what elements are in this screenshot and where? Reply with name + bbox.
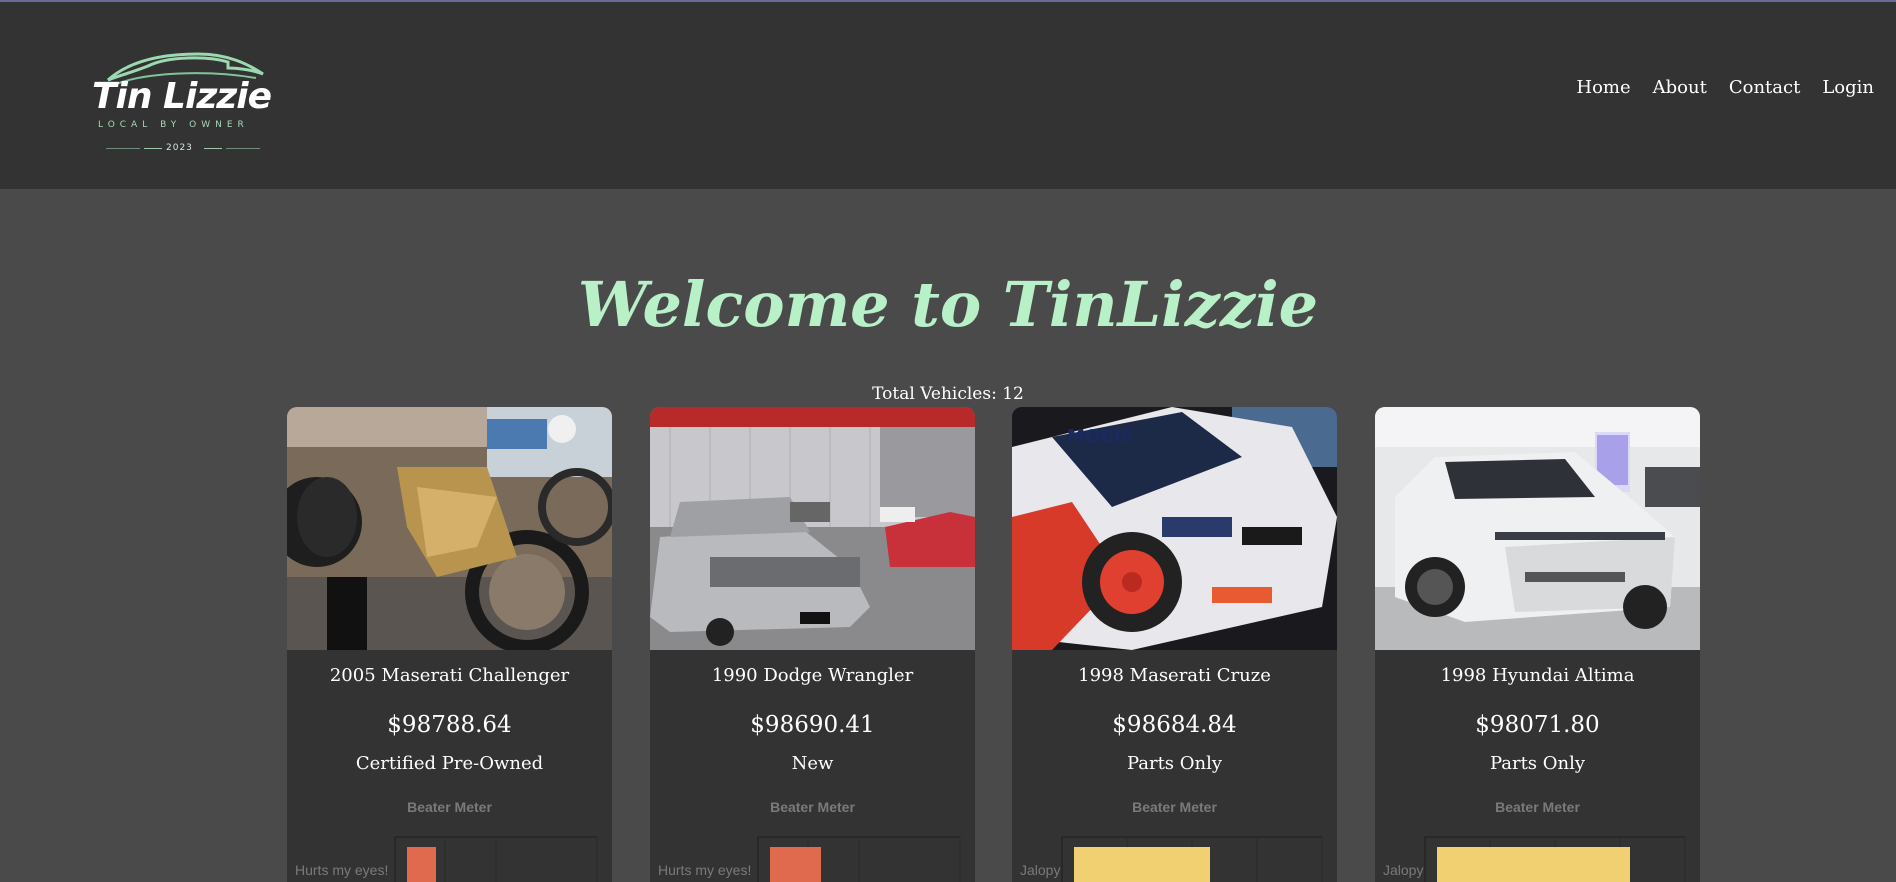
beater-meter-bar — [770, 847, 821, 882]
vehicle-title: 1990 Dodge Wrangler — [711, 665, 914, 686]
logo-divider — [144, 148, 162, 149]
logo-tagline: LOCAL BY OWNER — [98, 120, 249, 130]
beater-meter-label: Jalopy — [1020, 862, 1061, 878]
sponsor-decal: MOBIS — [1067, 426, 1134, 447]
beater-meter-bar — [1437, 847, 1630, 882]
beater-meter-bar — [407, 847, 436, 882]
beater-meter-chart — [1424, 836, 1686, 882]
logo-wordmark: Tin Lizzie — [92, 76, 272, 117]
vehicle-condition: Certified Pre-Owned — [355, 753, 544, 774]
vehicle-price: $98690.41 — [750, 712, 875, 738]
beater-meter-label: Hurts my eyes! — [295, 862, 389, 878]
vehicle-price: $98788.64 — [387, 712, 512, 738]
vehicle-title: 1998 Maserati Cruze — [1078, 665, 1271, 686]
rally-car-photo: MOBIS — [1012, 407, 1337, 650]
classic-sedan-photo — [650, 407, 975, 650]
vehicle-card[interactable]: 1990 Dodge Wrangler $98690.41 New Beater… — [650, 407, 975, 882]
vehicle-price: $98684.84 — [1112, 712, 1237, 738]
beater-meter-title: Beater Meter — [770, 799, 855, 815]
main-nav: Home About Contact Login — [1554, 77, 1874, 98]
vehicle-card[interactable]: 1998 Hyundai Altima $98071.80 Parts Only… — [1375, 407, 1700, 882]
beater-meter-title: Beater Meter — [1132, 799, 1217, 815]
beater-meter-title: Beater Meter — [407, 799, 492, 815]
beater-meter-bar — [1074, 847, 1210, 882]
vehicle-card[interactable]: 2005 Maserati Challenger $98788.64 Certi… — [287, 407, 612, 882]
nav-home-link[interactable]: Home — [1576, 77, 1630, 98]
vehicle-photo[interactable] — [1375, 407, 1700, 650]
beater-meter-title: Beater Meter — [1495, 799, 1580, 815]
page-title: Welcome to TinLizzie — [577, 268, 1319, 341]
beater-meter-label: Hurts my eyes! — [658, 862, 752, 878]
vehicle-condition: Parts Only — [1126, 753, 1223, 774]
vehicle-photo[interactable] — [287, 407, 612, 650]
logo-divider — [106, 148, 140, 149]
beater-meter-chart — [1061, 836, 1323, 882]
vehicle-card[interactable]: MOBIS 1998 Maserati Cruze $98684.84 Part… — [1012, 407, 1337, 882]
logo-divider — [204, 148, 222, 149]
nav-about-link[interactable]: About — [1653, 77, 1707, 98]
logo-year: 2023 — [166, 143, 193, 153]
total-vehicles: Total Vehicles: 12 — [872, 384, 1024, 404]
white-suv-photo — [1375, 407, 1700, 650]
vehicle-condition: Parts Only — [1489, 753, 1586, 774]
motorcycles-photo — [287, 407, 612, 650]
vehicle-photo[interactable] — [650, 407, 975, 650]
logo-divider — [226, 148, 260, 149]
vehicle-title: 1998 Hyundai Altima — [1440, 665, 1635, 686]
vehicle-photo[interactable]: MOBIS — [1012, 407, 1337, 650]
vehicle-title: 2005 Maserati Challenger — [329, 665, 570, 686]
nav-login-link[interactable]: Login — [1822, 77, 1874, 98]
beater-meter-label: Jalopy — [1383, 862, 1424, 878]
vehicle-price: $98071.80 — [1475, 712, 1600, 738]
site-header: Tin Lizzie LOCAL BY OWNER 2023 Home Abou… — [0, 2, 1896, 189]
vehicle-condition: New — [791, 753, 834, 774]
nav-contact-link[interactable]: Contact — [1729, 77, 1800, 98]
site-logo[interactable]: Tin Lizzie LOCAL BY OWNER 2023 — [88, 42, 278, 162]
